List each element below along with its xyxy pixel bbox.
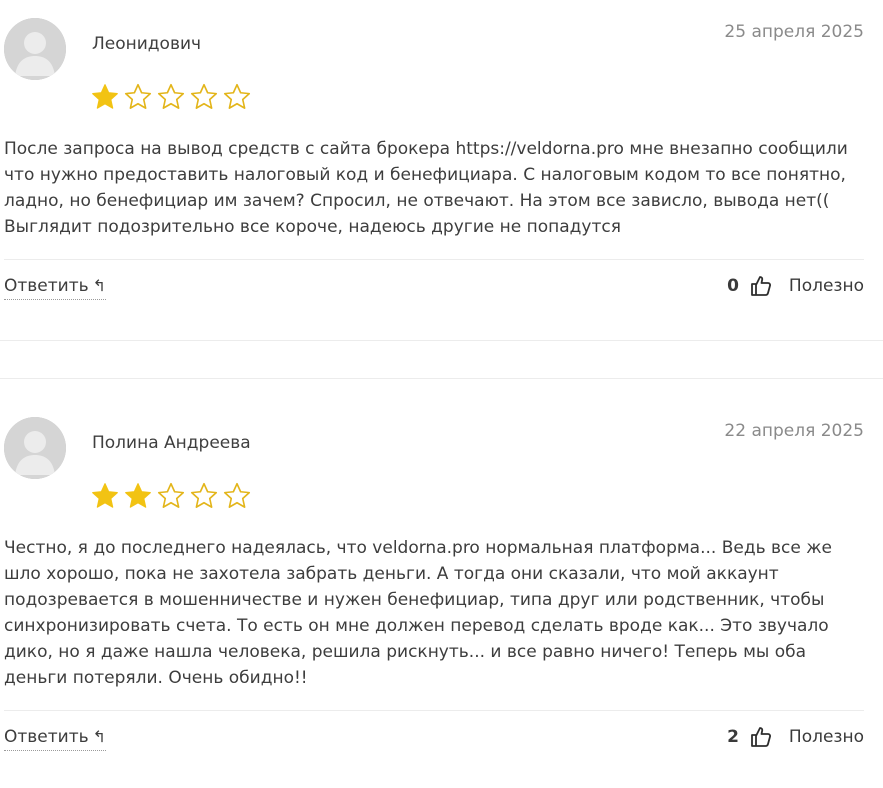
review-date: 22 апреля 2025 <box>724 421 864 441</box>
reply-button[interactable]: Ответить ↰ <box>4 727 107 751</box>
star-empty-icon <box>190 83 218 109</box>
review-card: Полина Андреева 22 апреля 2025 Честно, я… <box>4 417 864 757</box>
star-filled-icon <box>92 84 118 109</box>
star-rating <box>90 82 252 112</box>
review-text: Честно, я до последнего надеялась, что v… <box>4 538 833 688</box>
reply-arrow-icon: ↰ <box>92 276 107 295</box>
review-separator <box>4 710 864 711</box>
review-separator <box>4 259 864 260</box>
helpful-button[interactable]: Полезно <box>789 276 864 296</box>
review-card: Леонидович 25 апреля 2025 После запроса … <box>4 18 864 308</box>
review-author: Полина Андреева <box>92 433 251 453</box>
star-empty-icon <box>157 83 185 109</box>
thumbs-up-icon[interactable] <box>749 274 773 298</box>
star-rating <box>90 481 252 511</box>
star-filled-icon <box>92 483 118 508</box>
thumbs-up-icon[interactable] <box>749 725 773 749</box>
review-date: 25 апреля 2025 <box>724 22 864 42</box>
star-empty-icon <box>223 83 251 109</box>
user-silhouette-icon <box>4 18 66 80</box>
reply-label: Ответить <box>4 727 89 747</box>
star-empty-icon <box>223 482 251 508</box>
star-empty-icon <box>190 482 218 508</box>
helpful-count: 2 <box>727 727 739 747</box>
star-empty-icon <box>124 83 152 109</box>
section-divider <box>0 340 883 341</box>
star-empty-icon <box>157 482 185 508</box>
section-divider <box>0 378 883 379</box>
reply-arrow-icon: ↰ <box>92 727 107 746</box>
avatar <box>4 18 66 80</box>
star-filled-icon <box>125 483 151 508</box>
reply-label: Ответить <box>4 276 89 296</box>
helpful-section: 2 Полезно <box>727 725 864 749</box>
reply-button[interactable]: Ответить ↰ <box>4 276 107 300</box>
avatar <box>4 417 66 479</box>
helpful-count: 0 <box>727 276 739 296</box>
review-text: После запроса на вывод средств с сайта б… <box>4 139 848 237</box>
review-author: Леонидович <box>92 34 202 54</box>
helpful-section: 0 Полезно <box>727 274 864 298</box>
helpful-button[interactable]: Полезно <box>789 727 864 747</box>
user-silhouette-icon <box>4 417 66 479</box>
